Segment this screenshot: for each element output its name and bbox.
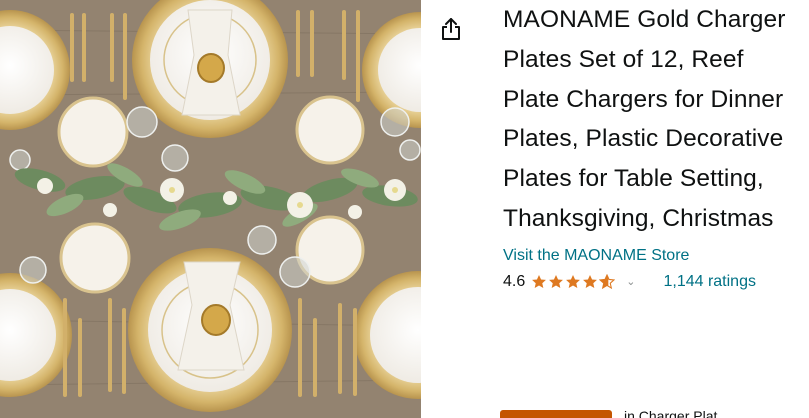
ratings-count-link[interactable]: 1,144 ratings xyxy=(663,273,756,291)
star-icon xyxy=(583,274,598,288)
store-link[interactable]: Visit the MAONAME Store xyxy=(503,246,803,266)
best-seller-badge[interactable] xyxy=(500,410,612,418)
star-icon xyxy=(532,274,547,288)
chevron-down-icon[interactable]: ⌄ xyxy=(626,275,635,288)
product-title: MAONAME Gold Charger Plates Set of 12, R… xyxy=(503,6,786,232)
product-details: MAONAME Gold Charger Plates Set of 12, R… xyxy=(503,0,803,293)
product-image[interactable] xyxy=(0,0,421,418)
half-star-icon xyxy=(599,273,616,289)
best-seller-category[interactable]: in Charger Plat xyxy=(624,408,717,418)
share-button[interactable] xyxy=(436,14,466,44)
star-rating[interactable] xyxy=(531,273,616,290)
table-setting-image xyxy=(0,0,421,418)
share-icon xyxy=(442,18,460,40)
rating-value: 4.6 xyxy=(503,272,526,290)
rating-row: 4.6 ⌄ 1,144 ratings xyxy=(503,271,803,293)
star-icon xyxy=(549,274,564,288)
best-seller-row: in Charger Plat xyxy=(500,408,809,418)
star-icon xyxy=(566,274,581,288)
product-page: MAONAME Gold Charger Plates Set of 12, R… xyxy=(0,0,809,418)
